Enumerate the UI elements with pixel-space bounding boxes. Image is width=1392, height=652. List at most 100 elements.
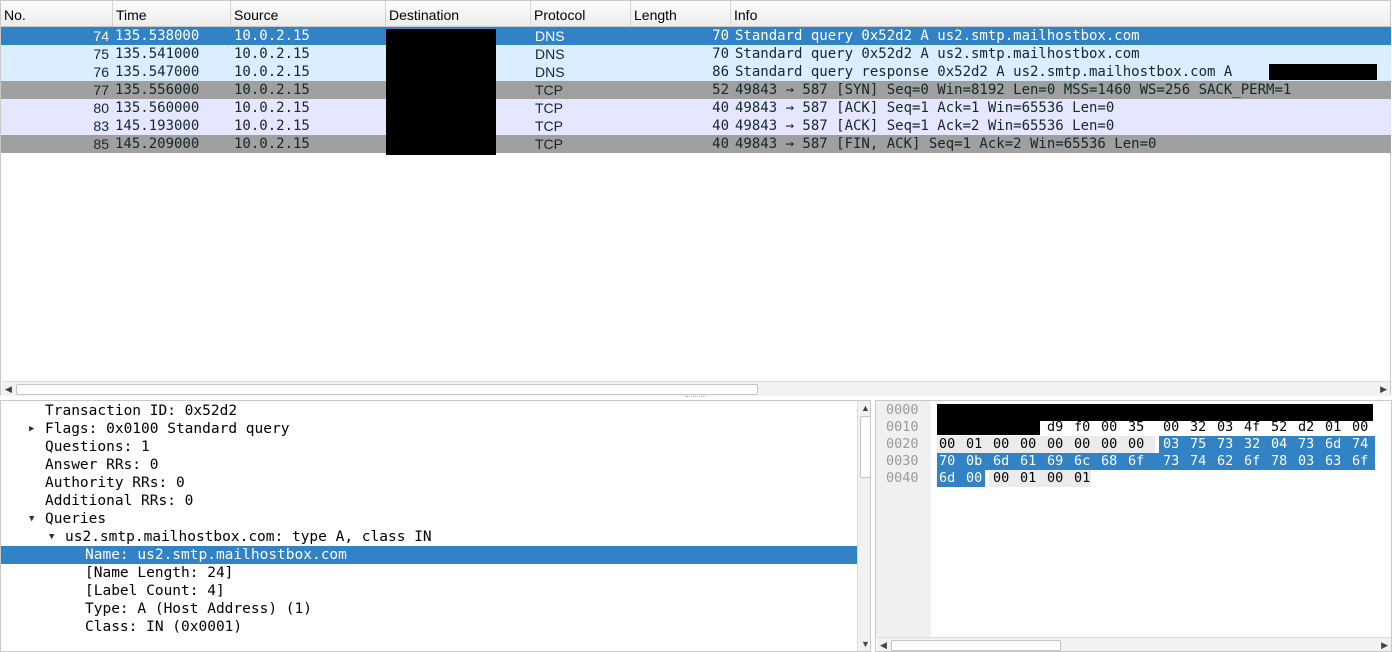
packet-details[interactable]: Transaction ID: 0x52d2 ▶ Flags: 0x0100 Sta… [0, 400, 871, 652]
byte-hex[interactable]: 03 [1217, 419, 1243, 436]
tree-item-label: Transaction ID: 0x52d2 [45, 403, 238, 419]
byte-hex[interactable]: 6c [1074, 453, 1100, 470]
byte-offset: 0040 [886, 470, 919, 486]
byte-hex[interactable]: 52 [1271, 419, 1297, 436]
byte-hex[interactable]: 68 [1101, 453, 1127, 470]
byte-hex[interactable]: 00 [1128, 436, 1154, 453]
column-header-info[interactable]: Info [731, 1, 1391, 26]
byte-hex[interactable]: 63 [1325, 453, 1351, 470]
packet-row[interactable]: 83 145.193000 10.0.2.15 TCP 40 49843 → 587 [A… [1, 117, 1391, 135]
column-header-no[interactable]: No. [1, 1, 113, 26]
tree-item[interactable]: Questions: 1 [1, 438, 857, 456]
tree-item[interactable]: Authority RRs: 0 [1, 474, 857, 492]
byte-hex[interactable]: 00 [1047, 470, 1073, 487]
byte-hex[interactable]: 70 [939, 453, 965, 470]
byte-hex[interactable]: 6f [1128, 453, 1154, 470]
tree-item[interactable]: [Name Length: 24] [1, 564, 857, 582]
byte-hex[interactable]: 01 [1074, 470, 1100, 487]
packet-row[interactable]: 77 135.556000 10.0.2.15 TCP 52 49843 → 587 [S… [1, 81, 1391, 99]
byte-hex[interactable]: 75 [1190, 436, 1216, 453]
scroll-right-icon[interactable]: ▶ [1380, 382, 1387, 396]
byte-hex[interactable]: 61 [1020, 453, 1046, 470]
tree-item[interactable]: Class: IN (0x0001) [1, 618, 857, 636]
byte-hex[interactable]: 00 [939, 436, 965, 453]
byte-hex[interactable]: 00 [993, 436, 1019, 453]
byte-hex[interactable]: f0 [1074, 419, 1100, 436]
byte-hex[interactable]: 73 [1163, 453, 1189, 470]
tree-item[interactable]: [Label Count: 4] [1, 582, 857, 600]
byte-hex[interactable]: 00 [993, 470, 1019, 487]
byte-hex[interactable]: 03 [1298, 453, 1324, 470]
expand-arrow-icon[interactable]: ▼ [29, 510, 34, 528]
byte-hex[interactable]: 00 [1047, 436, 1073, 453]
byte-hex[interactable]: 00 [966, 470, 992, 487]
scroll-left-icon[interactable]: ◀ [5, 382, 12, 396]
byte-hex[interactable]: 6d [993, 453, 1019, 470]
byte-hex[interactable]: 6d [939, 470, 965, 487]
tree-item[interactable]: ▼ Queries [1, 510, 857, 528]
byte-hex[interactable]: 01 [1325, 419, 1351, 436]
byte-hex[interactable]: d2 [1298, 419, 1324, 436]
byte-hex[interactable]: 00 [1101, 419, 1127, 436]
scroll-right-icon[interactable]: ▶ [1381, 638, 1388, 651]
byte-hex[interactable]: 03 [1163, 436, 1189, 453]
tree-item[interactable]: Additional RRs: 0 [1, 492, 857, 510]
tree-item-label: Type: A (Host Address) (1) [85, 601, 312, 617]
byte-hex[interactable]: 73 [1298, 436, 1324, 453]
byte-hex[interactable]: 00 [1101, 436, 1127, 453]
byte-hex[interactable]: 62 [1217, 453, 1243, 470]
byte-hex[interactable]: 00 [1163, 419, 1189, 436]
byte-hex[interactable]: 00 [1020, 436, 1046, 453]
packet-list-hscrollbar[interactable]: ◀ ▶ [2, 381, 1390, 396]
byte-hex[interactable]: 00 [1352, 419, 1378, 436]
scroll-left-icon[interactable]: ◀ [880, 638, 887, 651]
packet-row[interactable]: 76 135.547000 10.0.2.15 DNS 86 Standard query… [1, 63, 1391, 81]
tree-item[interactable]: ▼ us2.smtp.mailhostbox.com: type A, class… [1, 528, 857, 546]
column-header-time[interactable]: Time [113, 1, 231, 26]
scroll-up-icon[interactable]: ▲ [861, 401, 870, 415]
column-header-source[interactable]: Source [231, 1, 386, 26]
packet-row[interactable]: 80 135.560000 10.0.2.15 TCP 40 49843 → 587 [A… [1, 99, 1391, 117]
tree-item[interactable]: Transaction ID: 0x52d2 [1, 402, 857, 420]
expand-arrow-icon[interactable]: ▼ [49, 528, 54, 546]
tree-item[interactable]: ▶ Flags: 0x0100 Standard query [1, 420, 857, 438]
tree-item[interactable]: Answer RRs: 0 [1, 456, 857, 474]
column-header-length[interactable]: Length [631, 1, 731, 26]
collapse-arrow-icon[interactable]: ▶ [29, 420, 34, 438]
tree-item-label: Name: us2.smtp.mailhostbox.com [85, 547, 347, 563]
byte-hex[interactable]: 01 [966, 436, 992, 453]
tree-item[interactable]: Type: A (Host Address) (1) [1, 600, 857, 618]
column-header-protocol[interactable]: Protocol [531, 1, 631, 26]
byte-hex[interactable]: 4f [1244, 419, 1270, 436]
byte-hex[interactable]: 00 [1074, 436, 1100, 453]
byte-hex[interactable]: 6f [1352, 453, 1378, 470]
bytes-hscrollbar[interactable]: ◀ ▶ [877, 637, 1391, 651]
vscroll-thumb[interactable] [860, 416, 870, 478]
byte-hex[interactable]: 6f [1244, 453, 1270, 470]
byte-hex[interactable]: 69 [1047, 453, 1073, 470]
packet-row[interactable]: 75 135.541000 10.0.2.15 DNS 70 Standard query… [1, 45, 1391, 63]
details-vscrollbar[interactable]: ▲ ▼ [857, 401, 870, 651]
byte-hex[interactable]: 01 [1020, 470, 1046, 487]
packet-list[interactable]: No. Time Source Destination Protocol Len… [0, 0, 1391, 396]
column-header-destination[interactable]: Destination [386, 1, 531, 26]
byte-hex[interactable]: 6d [1325, 436, 1351, 453]
byte-hex[interactable]: 04 [1271, 436, 1297, 453]
byte-offset: 0030 [886, 453, 919, 469]
byte-hex[interactable]: 35 [1128, 419, 1154, 436]
packet-row[interactable]: 85 145.209000 10.0.2.15 TCP 40 49843 → 587 [F… [1, 135, 1391, 153]
byte-hex[interactable]: 32 [1244, 436, 1270, 453]
byte-hex[interactable]: 74 [1190, 453, 1216, 470]
hscroll-thumb[interactable] [16, 384, 758, 395]
byte-hex[interactable]: 74 [1352, 436, 1378, 453]
packet-row[interactable]: 74 135.538000 10.0.2.15 DNS 70 Standard query… [1, 27, 1391, 45]
tree-item[interactable]: Name: us2.smtp.mailhostbox.com [1, 546, 857, 564]
packet-bytes[interactable]: d9 f0 00 35 00 32 03 4f 52 d2 01 00 00 01 00 00 00 00 00 00… [875, 400, 1392, 652]
byte-hex[interactable]: 78 [1271, 453, 1297, 470]
hscroll-thumb[interactable] [891, 640, 1061, 651]
scroll-down-icon[interactable]: ▼ [861, 637, 870, 651]
byte-hex[interactable]: 73 [1217, 436, 1243, 453]
byte-hex[interactable]: 32 [1190, 419, 1216, 436]
byte-hex[interactable]: 0b [966, 453, 992, 470]
byte-hex[interactable]: d9 [1047, 419, 1073, 436]
